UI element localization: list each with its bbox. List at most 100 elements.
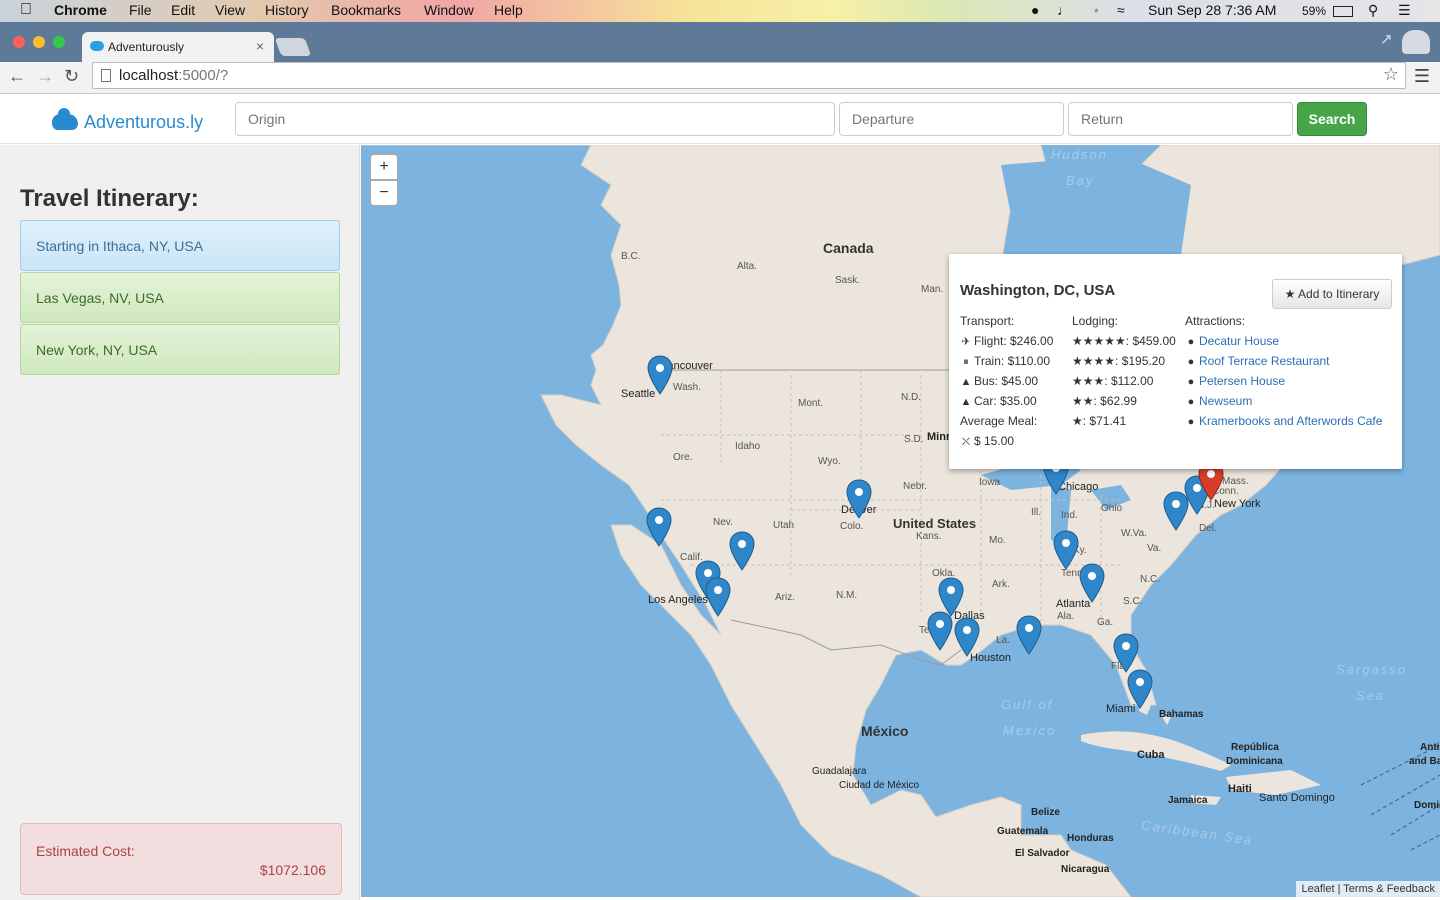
menu-edit[interactable]: Edit <box>171 2 195 18</box>
transport-row: ✈ Flight: $246.00 <box>960 331 1053 351</box>
return-input[interactable] <box>1068 102 1293 136</box>
attraction-link[interactable]: Roof Terrace Restaurant <box>1199 354 1330 368</box>
attraction-link[interactable]: Kramerbooks and Afterwords Cafe <box>1199 414 1382 428</box>
window-close-button[interactable] <box>13 36 25 48</box>
brand-logo[interactable]: Adventurous.ly <box>52 108 204 133</box>
map-marker-icon[interactable] <box>954 617 980 657</box>
menu-history[interactable]: History <box>265 2 309 18</box>
volume-icon[interactable]: ♩ <box>1057 2 1071 18</box>
window-minimize-button[interactable] <box>33 36 45 48</box>
menu-view[interactable]: View <box>215 2 245 18</box>
map-attribution: Leaflet | Terms & Feedback <box>1296 881 1440 897</box>
sargasso-sea-label: Sea <box>1356 688 1386 703</box>
meal-heading: Average Meal: <box>960 414 1038 428</box>
state-label: Nebr. <box>903 481 927 492</box>
state-label: Ohio <box>1101 503 1123 514</box>
state-label: Ariz. <box>775 592 795 603</box>
reload-icon[interactable]: ↻ <box>64 66 79 87</box>
leaflet-link[interactable]: Leaflet <box>1301 883 1334 895</box>
bookmark-star-icon[interactable]: ☆ <box>1383 64 1399 85</box>
itinerary-stop[interactable]: Las Vegas, NV, USA <box>20 272 340 323</box>
menu-bookmarks[interactable]: Bookmarks <box>331 2 401 18</box>
estimated-cost-label: Estimated Cost: <box>36 843 135 859</box>
spotlight-search-icon[interactable]: ⚲ <box>1368 2 1378 19</box>
cloud-icon <box>52 108 78 130</box>
province-label: Man. <box>921 284 944 295</box>
state-label: Kans. <box>916 531 942 542</box>
itinerary-stop[interactable]: New York, NY, USA <box>20 324 340 375</box>
notification-bell-icon[interactable]: ● <box>1031 2 1039 18</box>
new-tab-button[interactable] <box>274 38 312 56</box>
stars-icon: ★★★★★ <box>1072 334 1126 348</box>
map-marker-icon[interactable] <box>1053 530 1079 570</box>
map-marker-icon[interactable] <box>1113 633 1139 673</box>
map-marker-icon[interactable] <box>846 479 872 519</box>
lodging-heading: Lodging: <box>1072 314 1119 328</box>
map-marker-icon[interactable] <box>1127 669 1153 709</box>
map-marker-icon[interactable] <box>705 577 731 617</box>
origin-input[interactable] <box>235 102 835 136</box>
menubar-clock[interactable]: Sun Sep 28 7:36 AM <box>1148 2 1276 18</box>
attraction-link[interactable]: Petersen House <box>1199 374 1285 388</box>
state-label: N.D. <box>901 392 921 403</box>
terms-feedback-link[interactable]: Terms & Feedback <box>1343 883 1435 895</box>
map-marker-icon: ● <box>1187 356 1195 368</box>
battery-percent[interactable]: 59% <box>1302 4 1326 18</box>
apple-icon[interactable]:  <box>20 1 32 19</box>
menu-window[interactable]: Window <box>424 2 474 18</box>
bluetooth-icon[interactable]: ⋆ <box>1092 2 1101 19</box>
fullscreen-icon[interactable]: ↗ <box>1380 30 1393 48</box>
state-label: W.Va. <box>1121 528 1147 539</box>
back-arrow-icon[interactable]: ← <box>8 66 26 87</box>
dominica-label: Domin <box>1414 800 1440 811</box>
add-to-itinerary-button[interactable]: ★ Add to Itinerary <box>1272 279 1392 309</box>
transport-row: ▲ Car: $35.00 <box>960 391 1053 411</box>
map-marker-icon[interactable] <box>729 531 755 571</box>
notification-center-icon[interactable]: ☰ <box>1398 2 1411 19</box>
car-icon: ▲ <box>960 396 972 408</box>
zoom-out-button[interactable]: − <box>370 180 398 206</box>
lodging-row: ★★★★: $195.20 <box>1072 354 1166 368</box>
hudson-bay-label: Hudson <box>1051 147 1108 162</box>
state-label: Idaho <box>735 441 761 452</box>
menu-app-chrome[interactable]: Chrome <box>54 2 107 18</box>
state-label: N.M. <box>836 590 858 601</box>
address-bar[interactable]: localhost:5000/? ☆ <box>92 62 1406 89</box>
state-label: Del. <box>1199 523 1217 534</box>
map-marker-icon: ● <box>1187 396 1195 408</box>
attractions-column: Attractions: ● Decatur House ● Roof Terrac… <box>1185 311 1382 431</box>
province-label: B.C. <box>621 251 641 262</box>
menu-file[interactable]: File <box>129 2 152 18</box>
estimated-cost-value: $1072.106 <box>259 862 326 878</box>
map-marker-icon[interactable] <box>647 355 673 395</box>
gulf-of-mexico-label: Gulf of <box>1001 697 1054 712</box>
map-marker-icon[interactable] <box>646 507 672 547</box>
state-label: Wyo. <box>818 456 841 467</box>
departure-input[interactable] <box>839 102 1064 136</box>
address-url[interactable]: localhost:5000/? <box>119 67 228 84</box>
lodging-column: Lodging: ★★★★★: $459.00 ★★★★: $195.20 ★★… <box>1072 311 1176 431</box>
antigua-label: and Ba <box>1409 756 1440 767</box>
attraction-link[interactable]: Decatur House <box>1199 334 1279 348</box>
lodging-row: ★: $71.41 <box>1072 414 1127 428</box>
window-zoom-button[interactable] <box>53 36 65 48</box>
map-marker-icon[interactable] <box>927 611 953 651</box>
map-marker-icon[interactable] <box>1016 615 1042 655</box>
menu-help[interactable]: Help <box>494 2 523 18</box>
wifi-icon[interactable]: ≈ <box>1117 2 1125 18</box>
browser-tab[interactable]: Adventurously × <box>82 32 274 62</box>
brand-name: Adventurous.ly <box>84 112 204 132</box>
itinerary-stop-start[interactable]: Starting in Ithaca, NY, USA <box>20 220 340 271</box>
incognito-icon <box>1402 30 1430 54</box>
forward-arrow-icon[interactable]: → <box>36 66 54 87</box>
zoom-in-button[interactable]: + <box>370 154 398 180</box>
state-label: Wash. <box>673 382 701 393</box>
belize-label: Belize <box>1031 807 1060 818</box>
tab-close-icon[interactable]: × <box>256 38 264 54</box>
chrome-menu-icon[interactable]: ☰ <box>1414 66 1430 87</box>
battery-icon[interactable] <box>1333 6 1353 17</box>
attraction-link[interactable]: Newseum <box>1199 394 1252 408</box>
search-button[interactable]: Search <box>1297 102 1367 136</box>
map-marker-icon[interactable] <box>1079 563 1105 603</box>
mexico-label: México <box>861 723 909 739</box>
